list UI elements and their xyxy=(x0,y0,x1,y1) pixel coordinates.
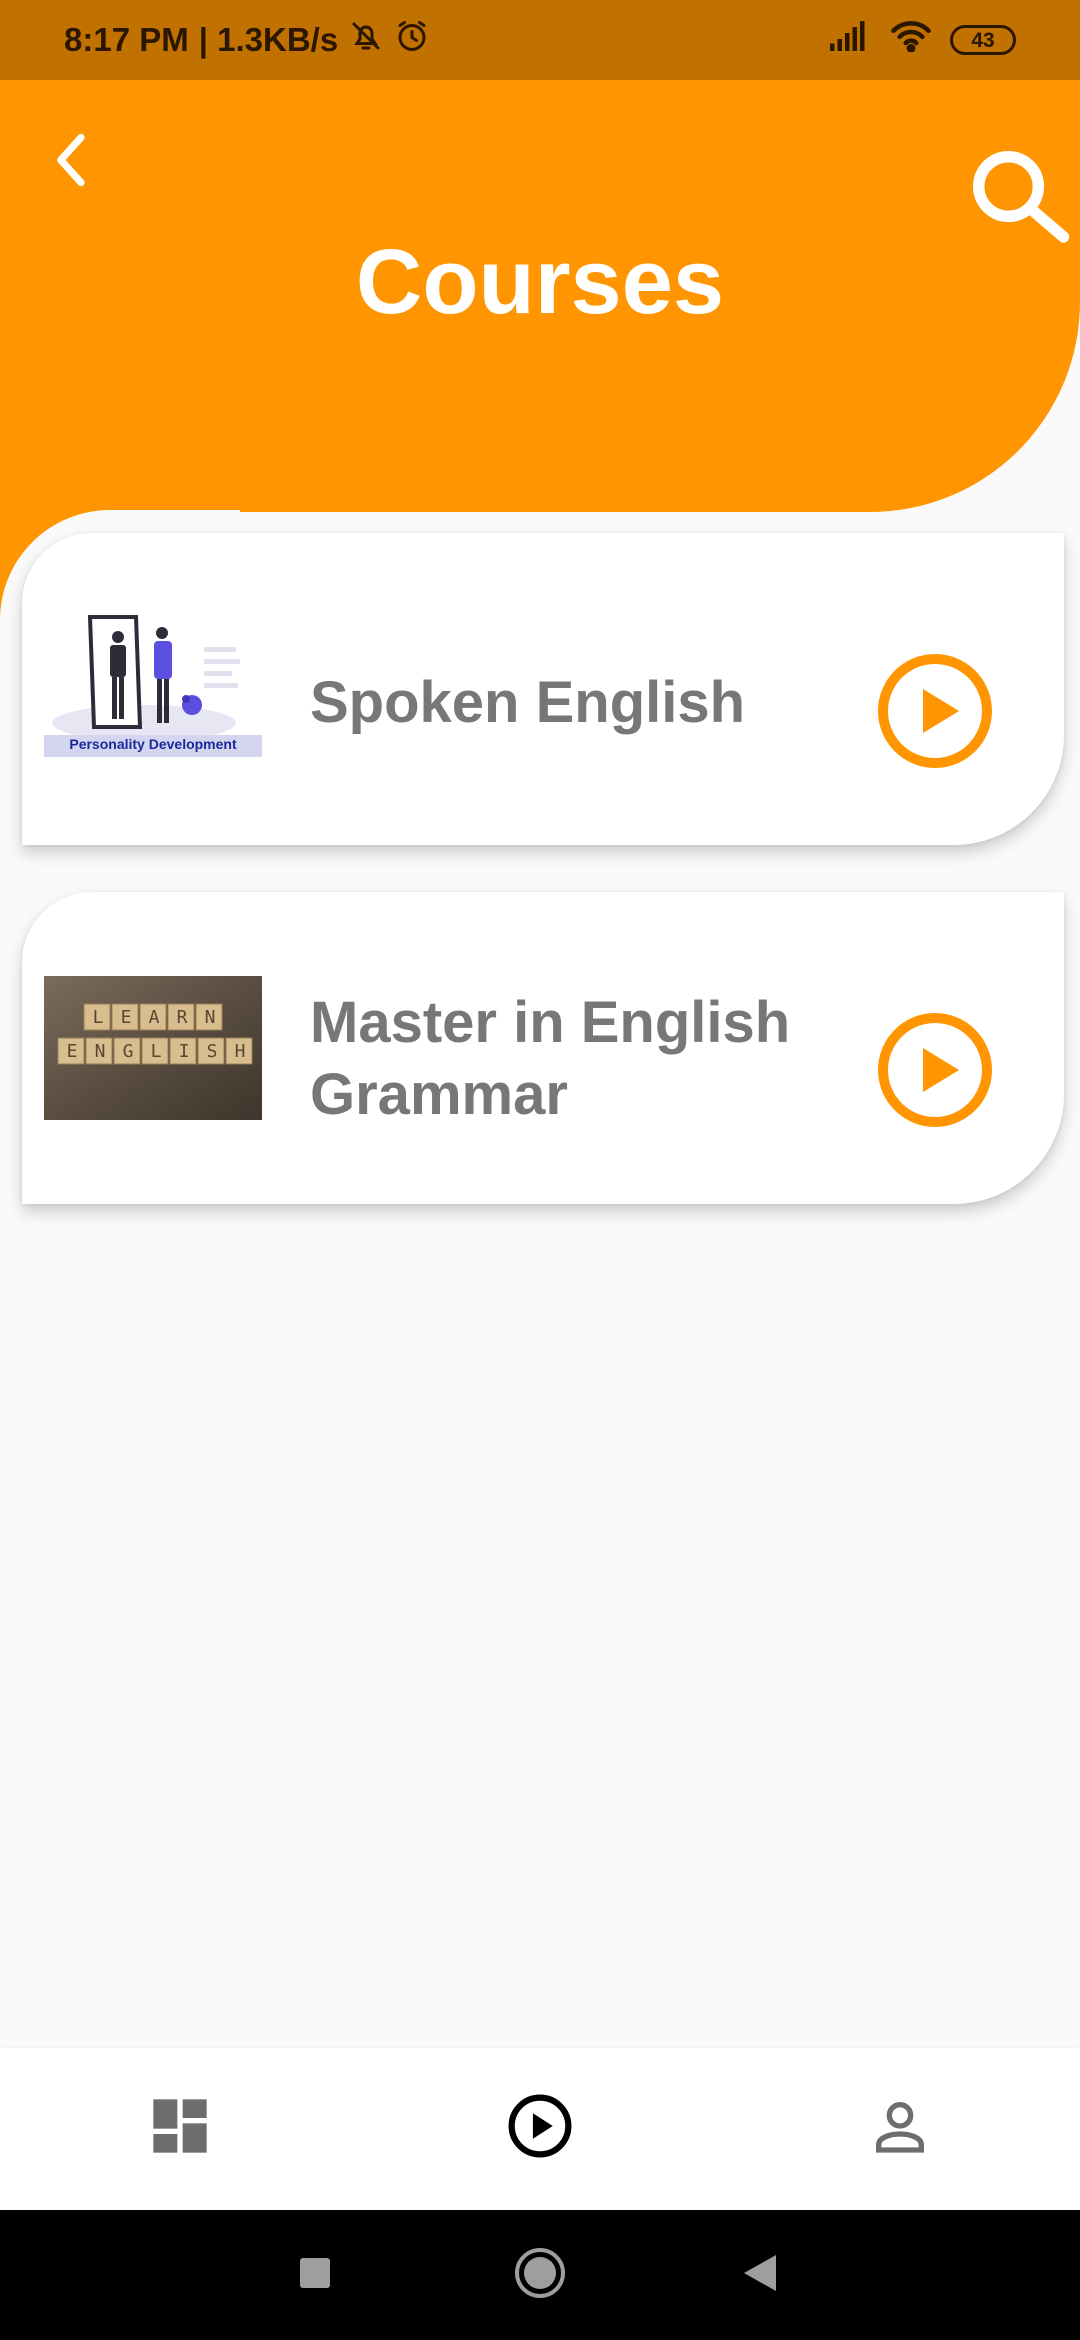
page-title: Courses xyxy=(355,231,725,333)
thumbnail-letters-top: L E A R N xyxy=(92,1007,216,1028)
battery-level: 43 xyxy=(971,28,995,52)
chevron-left-icon xyxy=(45,128,99,197)
play-circle-icon xyxy=(875,654,995,775)
home-icon xyxy=(514,2247,566,2304)
recents-button[interactable] xyxy=(275,2235,355,2315)
play-course-button[interactable] xyxy=(875,651,995,771)
dashboard-icon xyxy=(148,2094,212,2163)
system-navigation-bar xyxy=(0,2210,1080,2340)
thumbnail-letters-bottom: E N G L I S H xyxy=(66,1041,246,1062)
person-icon xyxy=(868,2094,932,2163)
nav-courses[interactable] xyxy=(490,2078,590,2178)
signal-icon xyxy=(830,21,872,59)
course-thumbnail-learn-english: L E A R N E N G L I S H xyxy=(44,976,262,1120)
status-time: 8:17 PM xyxy=(64,21,189,58)
bell-off-icon xyxy=(348,18,384,62)
course-thumbnail-personality: Personality Development xyxy=(44,613,262,757)
nav-profile[interactable] xyxy=(850,2078,950,2178)
status-right: 43 xyxy=(830,20,1016,60)
thumbnail-caption: Personality Development xyxy=(69,736,237,752)
home-button[interactable] xyxy=(500,2235,580,2315)
search-icon xyxy=(965,143,1075,258)
back-icon xyxy=(742,2253,778,2298)
play-circle-icon xyxy=(875,1013,995,1134)
nav-dashboard[interactable] xyxy=(130,2078,230,2178)
alarm-icon xyxy=(394,18,430,62)
courses-screen: 8:17 PM | 1.3KB/s 43 Courses Personality… xyxy=(0,0,1080,2340)
wifi-icon xyxy=(890,20,932,60)
back-nav-button[interactable] xyxy=(720,2235,800,2315)
status-bar: 8:17 PM | 1.3KB/s 43 xyxy=(0,0,1080,80)
recents-icon xyxy=(298,2256,332,2295)
course-card-english-grammar[interactable]: L E A R N E N G L I S H Master in Englis… xyxy=(22,892,1064,1204)
course-card-spoken-english[interactable]: Personality Development Spoken English xyxy=(22,533,1064,845)
status-network-speed: | 1.3KB/s xyxy=(198,21,339,58)
course-title: Master in English Grammar xyxy=(310,990,791,1127)
back-button[interactable] xyxy=(30,120,114,204)
bottom-navigation xyxy=(0,2048,1080,2210)
play-course-button[interactable] xyxy=(875,1010,995,1130)
course-title: Spoken English xyxy=(310,670,746,735)
status-left: 8:17 PM | 1.3KB/s xyxy=(64,18,430,62)
search-button[interactable] xyxy=(960,140,1080,260)
battery-icon: 43 xyxy=(950,25,1016,55)
play-circle-icon xyxy=(506,2092,574,2165)
header: Courses xyxy=(0,80,1080,512)
